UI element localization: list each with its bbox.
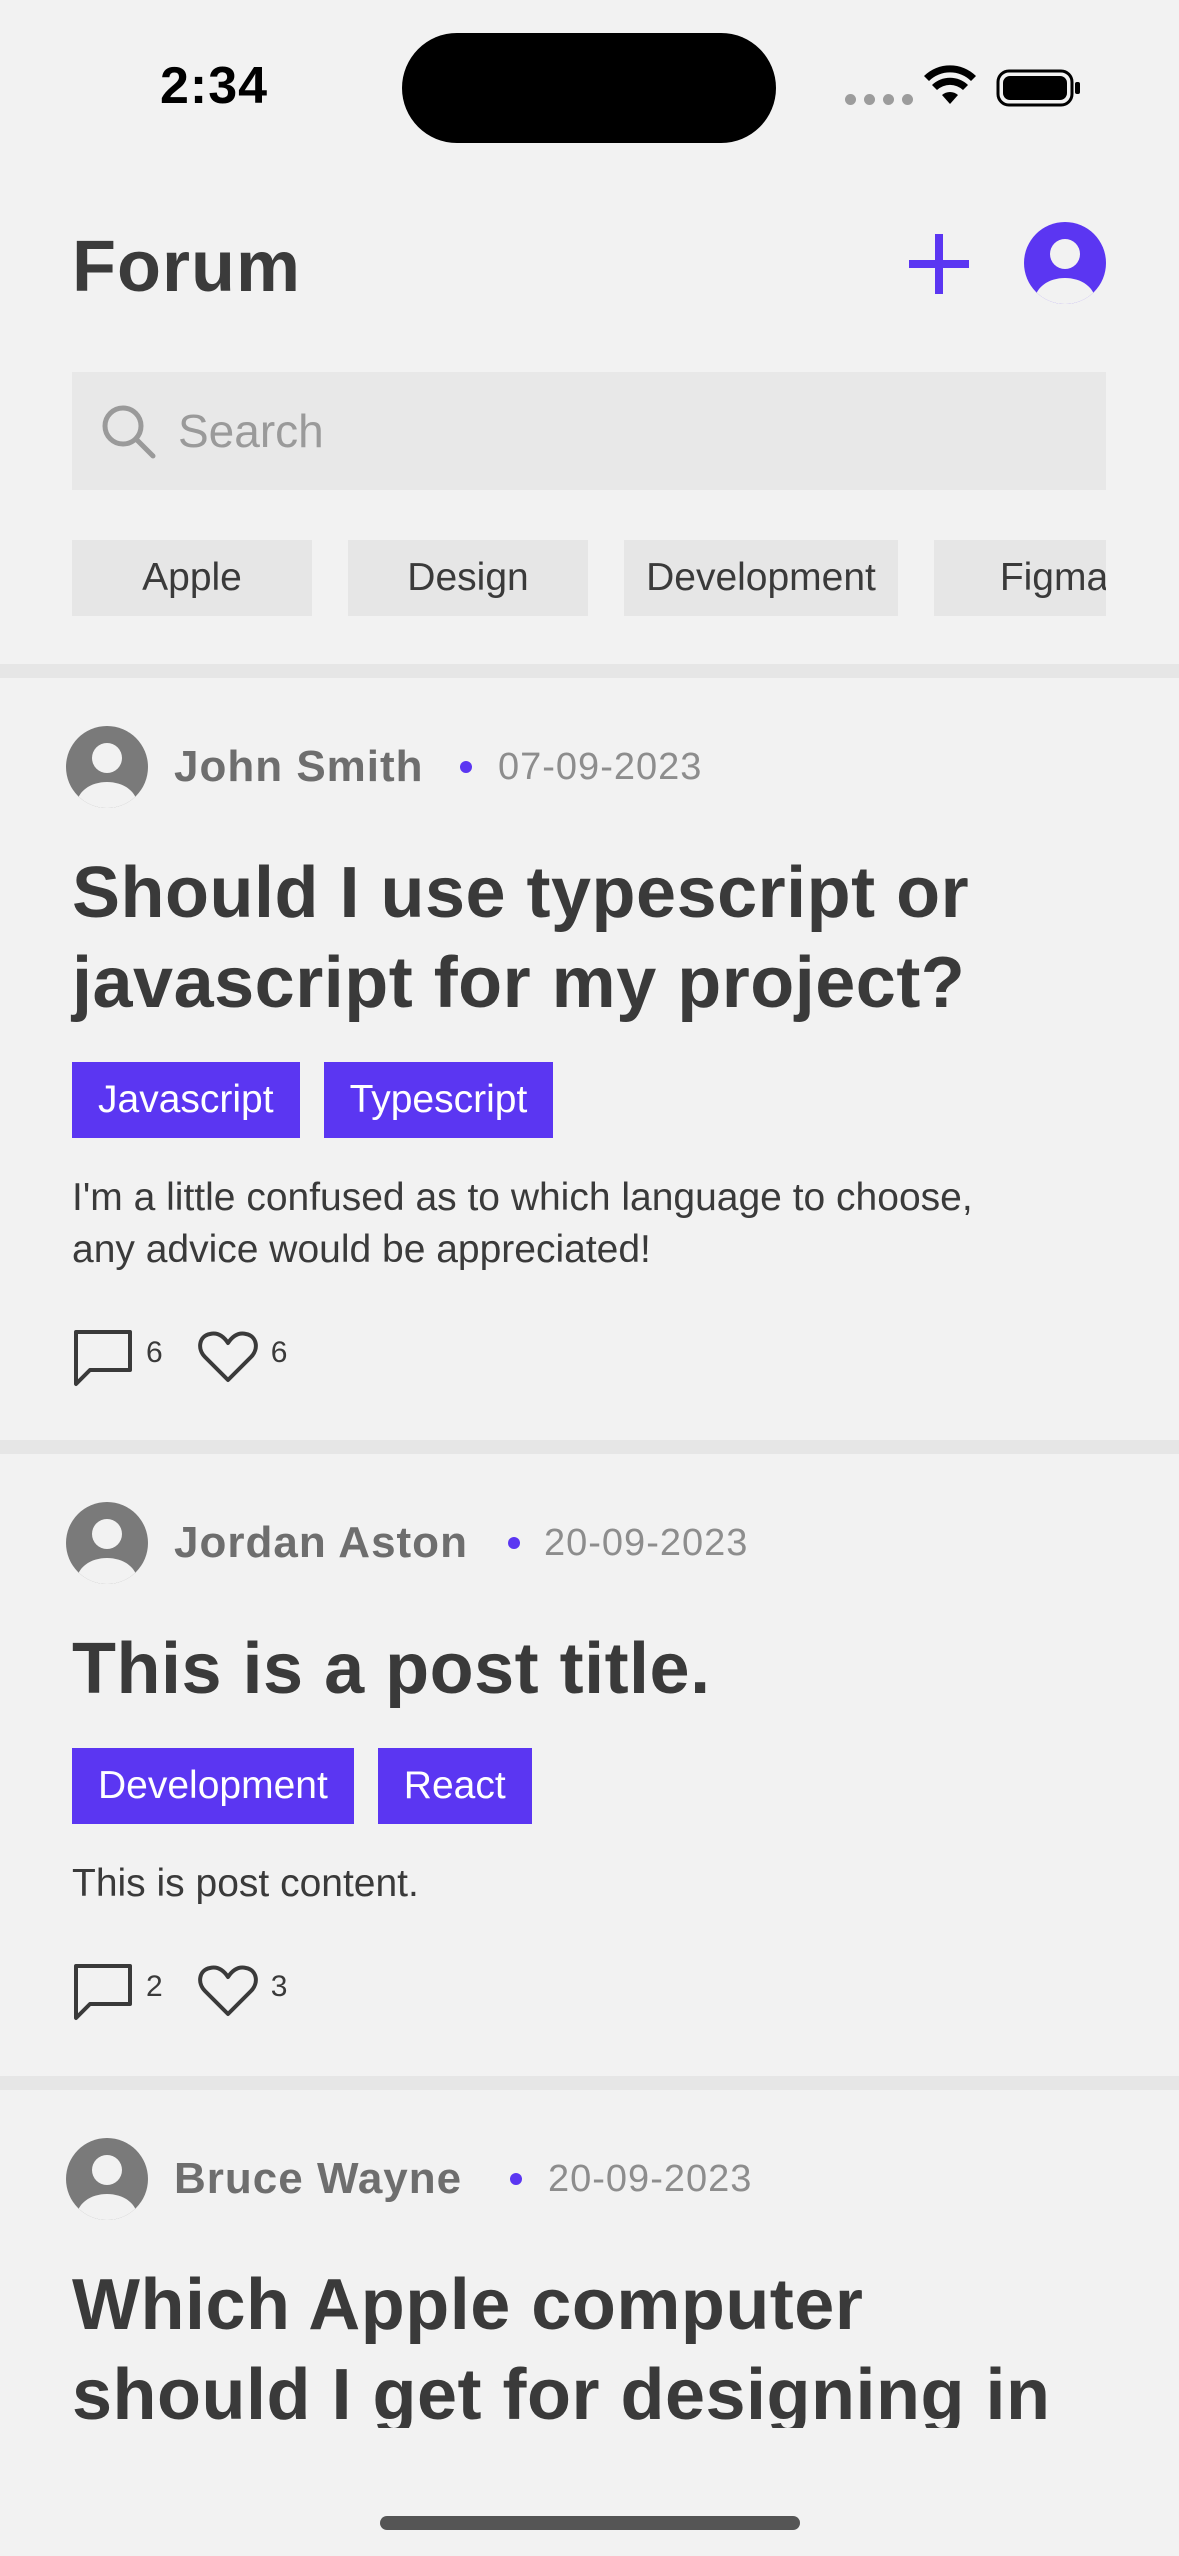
post-card[interactable]: John Smith 07-09-2023 Should I use types… (0, 726, 1179, 1386)
post-actions: 6 6 (72, 1326, 287, 1388)
post-title-line: should I get for designing in (72, 2355, 1051, 2428)
section-divider (0, 664, 1179, 678)
comment-count: 2 (146, 1970, 163, 2003)
tag-react[interactable]: React (377, 1748, 532, 1824)
tag-javascript[interactable]: Javascript (72, 1062, 300, 1138)
post-title-line: Should I use typescript or (72, 853, 970, 933)
search-input[interactable] (178, 404, 1058, 458)
battery-icon (996, 69, 1080, 107)
avatar-icon (66, 726, 148, 808)
page-title: Forum (72, 227, 301, 307)
dynamic-island (402, 33, 776, 143)
home-indicator[interactable] (380, 2516, 800, 2530)
post-body-line: any advice would be appreciated! (72, 1228, 651, 1271)
user-circle-icon (1024, 222, 1106, 304)
add-post-button[interactable] (905, 230, 973, 298)
section-divider (0, 2076, 1179, 2090)
post-title[interactable]: Which Apple computer should I get for de… (72, 2260, 1132, 2428)
post-body: I'm a little confused as to which langua… (72, 1172, 1112, 1276)
avatar-icon (66, 1502, 148, 1584)
post-meta: Bruce Wayne 20-09-2023 (0, 2138, 1179, 2220)
post-date: 20-09-2023 (548, 2157, 753, 2200)
category-chips: Apple Design Development Figma (72, 540, 1106, 616)
post-meta: John Smith 07-09-2023 (0, 726, 1179, 808)
like-count: 6 (270, 1336, 288, 1369)
post-body-line: This is post content. (72, 1862, 419, 1905)
post-date: 20-09-2023 (544, 1521, 749, 1564)
author-name[interactable]: John Smith (174, 742, 424, 792)
post-tags: Javascript Typescript (72, 1062, 554, 1138)
post-body-line: I'm a little confused as to which langua… (72, 1176, 973, 1219)
post-card[interactable]: Jordan Aston 20-09-2023 This is a post t… (0, 1502, 1179, 2020)
post-date: 07-09-2023 (498, 745, 703, 788)
chip-development[interactable]: Development (624, 540, 898, 616)
like-button[interactable]: 3 (197, 1960, 288, 2022)
like-count: 3 (270, 1970, 288, 2003)
search-bar[interactable] (72, 372, 1106, 490)
author-name[interactable]: Bruce Wayne (174, 2154, 462, 2204)
comments-button[interactable]: 6 (72, 1326, 163, 1388)
cellular-signal-icon (845, 94, 913, 105)
post-title[interactable]: Should I use typescript or javascript fo… (72, 848, 1132, 1028)
separator-dot (460, 761, 472, 773)
heart-icon (197, 1331, 258, 1382)
post-meta: Jordan Aston 20-09-2023 (0, 1502, 1179, 1584)
post-body: This is post content. (72, 1858, 1112, 1910)
tag-typescript[interactable]: Typescript (323, 1062, 554, 1138)
avatar-icon (66, 2138, 148, 2220)
post-card[interactable]: Bruce Wayne 20-09-2023 Which Apple compu… (0, 2138, 1179, 2428)
plus-icon (909, 234, 969, 294)
chip-design[interactable]: Design (348, 540, 588, 616)
status-time: 2:34 (160, 57, 269, 115)
status-bar: 2:34 (0, 0, 1179, 150)
section-divider (0, 1440, 1179, 1454)
post-tags: Development React (72, 1748, 532, 1824)
comments-button[interactable]: 2 (72, 1960, 163, 2022)
post-title-line: Which Apple computer (72, 2265, 864, 2345)
comment-icon (74, 1330, 132, 1386)
post-title-line: This is a post title. (72, 1629, 711, 1709)
post-title-line: javascript for my project? (72, 943, 966, 1023)
tag-development[interactable]: Development (72, 1748, 354, 1824)
separator-dot (510, 2173, 522, 2185)
like-button[interactable]: 6 (197, 1326, 288, 1388)
wifi-icon (924, 65, 976, 104)
post-title[interactable]: This is a post title. (72, 1624, 1132, 1714)
separator-dot (508, 1537, 520, 1549)
comment-icon (74, 1964, 132, 2020)
search-icon (102, 405, 156, 459)
post-actions: 2 3 (72, 1960, 287, 2022)
author-name[interactable]: Jordan Aston (174, 1518, 468, 1568)
chip-apple[interactable]: Apple (72, 540, 312, 616)
heart-icon (197, 1965, 258, 2016)
chip-figma[interactable]: Figma (934, 540, 1106, 616)
comment-count: 6 (146, 1336, 163, 1369)
profile-button[interactable] (1024, 222, 1106, 304)
